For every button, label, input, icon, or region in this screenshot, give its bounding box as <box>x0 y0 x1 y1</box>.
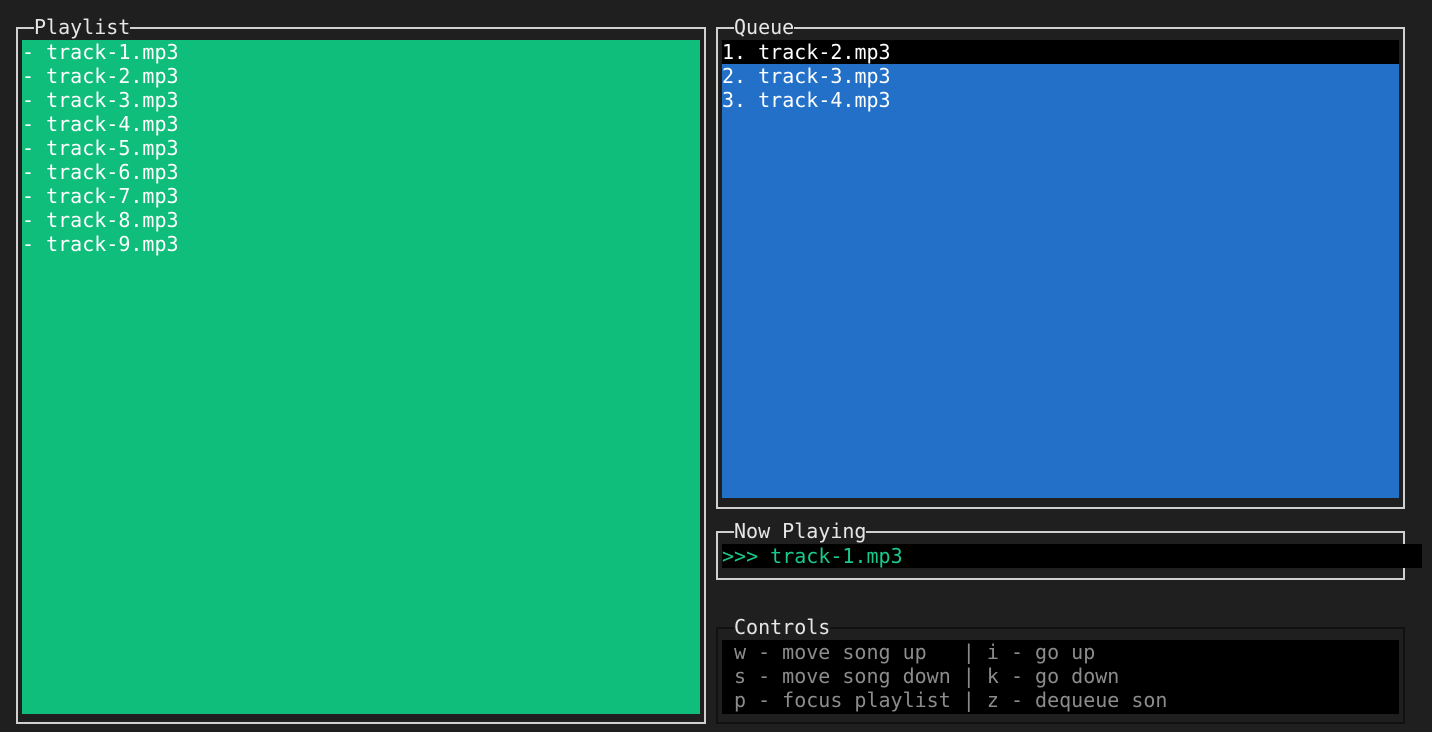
playlist-item[interactable]: - track-9.mp3 <box>22 232 700 256</box>
controls-line: p - focus playlist | z - dequeue son <box>734 688 1168 712</box>
now-playing-track: >>> track-1.mp3 <box>722 544 1422 568</box>
controls-help: w - move song up | i - go up s - move so… <box>722 640 1399 714</box>
controls-line: s - move song down | k - go down <box>734 664 1120 688</box>
playlist-item[interactable]: - track-5.mp3 <box>22 136 700 160</box>
playlist-item[interactable]: - track-4.mp3 <box>22 112 700 136</box>
playlist-panel[interactable]: Playlist - track-1.mp3 - track-2.mp3 - t… <box>16 15 706 724</box>
playlist-item[interactable]: - track-1.mp3 <box>22 40 700 64</box>
playlist-title: Playlist <box>34 15 131 39</box>
playlist-item[interactable]: - track-8.mp3 <box>22 208 700 232</box>
controls-title: Controls <box>734 615 831 639</box>
now-playing-title: Now Playing <box>734 519 867 543</box>
queue-item[interactable]: 2. track-3.mp3 <box>722 64 1399 88</box>
queue-item-selected[interactable]: 1. track-2.mp3 <box>722 40 1399 64</box>
queue-title: Queue <box>734 15 795 39</box>
controls-panel: Controls w - move song up | i - go up s … <box>716 615 1405 724</box>
queue-panel[interactable]: Queue 1. track-2.mp3 2. track-3.mp3 3. t… <box>716 15 1405 509</box>
now-playing-panel: Now Playing >>> track-1.mp3 <box>716 519 1422 580</box>
playlist-item[interactable]: - track-2.mp3 <box>22 64 700 88</box>
playlist-item[interactable]: - track-7.mp3 <box>22 184 700 208</box>
playlist-item[interactable]: - track-3.mp3 <box>22 88 700 112</box>
now-playing-body: >>> track-1.mp3 <box>722 544 1422 568</box>
queue-list[interactable]: 1. track-2.mp3 2. track-3.mp3 3. track-4… <box>722 40 1399 498</box>
controls-line: w - move song up | i - go up <box>734 640 1096 664</box>
playlist-list[interactable]: - track-1.mp3 - track-2.mp3 - track-3.mp… <box>22 40 700 714</box>
queue-item[interactable]: 3. track-4.mp3 <box>722 88 1399 112</box>
playlist-item[interactable]: - track-6.mp3 <box>22 160 700 184</box>
